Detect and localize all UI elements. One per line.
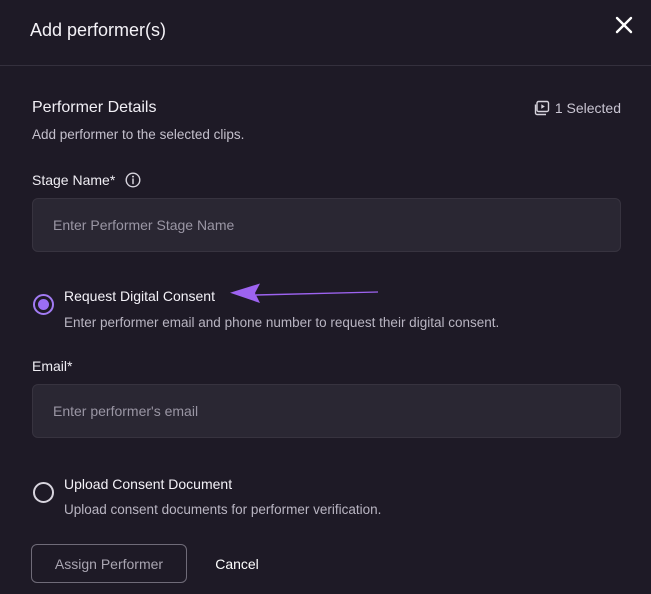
required-marker: * [67, 358, 73, 374]
request-digital-consent-description: Enter performer email and phone number t… [64, 315, 500, 330]
upload-consent-document-description: Upload consent documents for performer v… [64, 502, 382, 517]
radio-upload-consent-document[interactable] [33, 482, 54, 503]
email-label-text: Email [32, 358, 68, 374]
stage-name-input[interactable] [32, 198, 621, 252]
add-performer-dialog: Add performer(s) Performer Details 1 Sel… [0, 0, 651, 594]
dialog-header: Add performer(s) [0, 0, 651, 66]
selected-clips-indicator: 1 Selected [534, 100, 621, 116]
radio-request-digital-consent[interactable] [33, 294, 54, 315]
dialog-title: Add performer(s) [30, 20, 167, 40]
selected-count: 1 Selected [554, 100, 621, 116]
info-icon[interactable] [125, 172, 141, 188]
section-description: Add performer to the selected clips. [32, 127, 245, 142]
close-button[interactable] [612, 13, 636, 37]
annotation-arrow [230, 283, 378, 303]
email-label: Email* [32, 358, 72, 374]
assign-performer-button[interactable]: Assign Performer [31, 544, 187, 583]
clip-icon [534, 100, 550, 116]
stage-name-label-text: Stage Name [32, 172, 110, 188]
close-icon [615, 16, 633, 34]
email-input[interactable] [32, 384, 621, 438]
request-digital-consent-label: Request Digital Consent [64, 288, 215, 304]
stage-name-label: Stage Name* [32, 172, 115, 188]
required-marker: * [109, 172, 116, 188]
section-title: Performer Details [32, 99, 157, 116]
upload-consent-document-label: Upload Consent Document [64, 476, 233, 492]
cancel-button[interactable]: Cancel [205, 549, 269, 579]
